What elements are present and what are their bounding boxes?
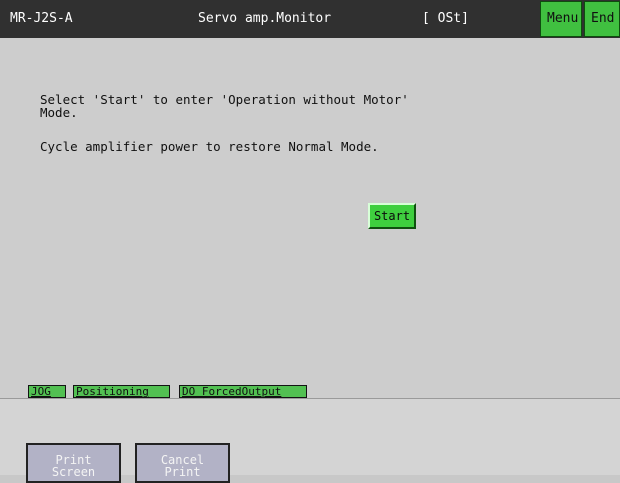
screen-title: Servo amp.Monitor	[198, 11, 332, 26]
tab-jog[interactable]: JOG	[28, 385, 66, 399]
end-button[interactable]: End	[584, 1, 620, 37]
tab-positioning[interactable]: Positioning	[73, 385, 170, 399]
main-panel: Select 'Start' to enter 'Operation witho…	[0, 38, 620, 399]
restore-message: Cycle amplifier power to restore Normal …	[40, 139, 379, 154]
cancel-print-button[interactable]: Cancel Print	[135, 443, 230, 483]
instruction-message: Select 'Start' to enter 'Operation witho…	[40, 92, 409, 120]
tab-do-forced-output[interactable]: DO ForcedOutput	[179, 385, 307, 399]
start-button[interactable]: Start	[368, 203, 416, 229]
menu-button[interactable]: Menu	[540, 1, 582, 37]
device-model: MR-J2S-A	[10, 11, 73, 26]
cancel-print-label-line2: Print	[164, 465, 201, 479]
status-code: [ OSt]	[422, 11, 469, 26]
print-screen-button[interactable]: Print Screen	[26, 443, 121, 483]
bottom-bar: Print Screen Cancel Print	[0, 398, 620, 483]
print-screen-label-line2: Screen	[51, 465, 96, 479]
title-bar: MR-J2S-A Servo amp.Monitor [ OSt] Menu E…	[0, 0, 620, 38]
